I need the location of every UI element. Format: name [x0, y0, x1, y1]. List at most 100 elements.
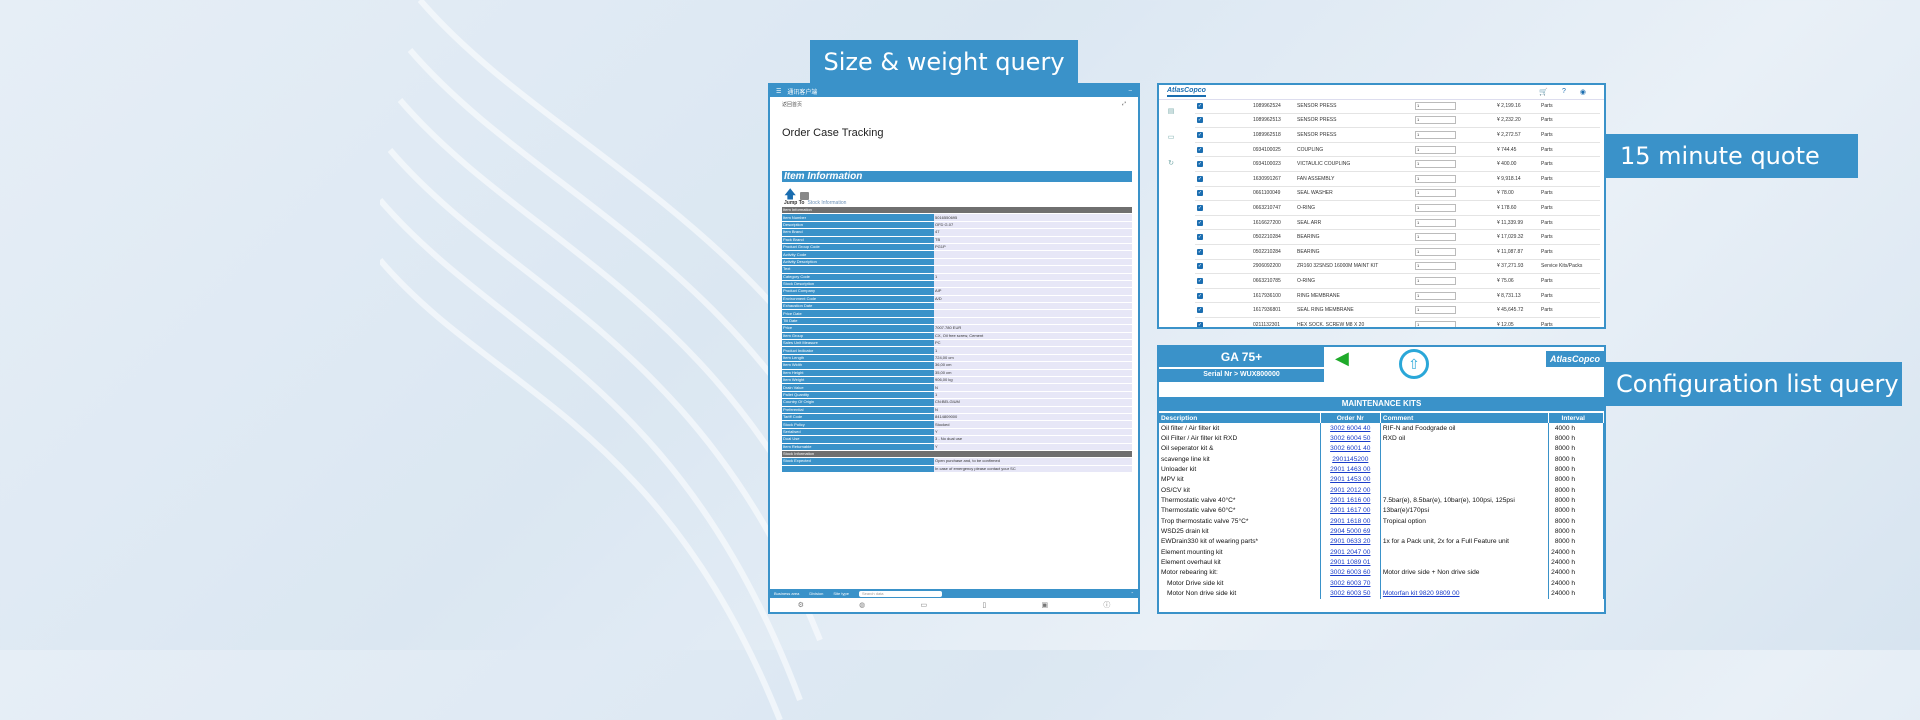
- list-icon[interactable]: ▤: [1168, 107, 1175, 115]
- field-label: Serialised: [782, 428, 934, 437]
- configuration-list-query-label: Configuration list query: [1606, 362, 1902, 406]
- field-label: Item Group: [782, 332, 934, 341]
- order-number-link[interactable]: 3002 6003 70: [1320, 578, 1381, 589]
- field-label: Item Height: [782, 369, 934, 378]
- table-row: Category Code 1: [782, 273, 1132, 281]
- collapse-up-icon[interactable]: ⌃: [1131, 591, 1134, 596]
- row-checkbox[interactable]: ✓: [1197, 102, 1203, 109]
- folder-icon[interactable]: ▭: [921, 601, 928, 609]
- user-icon[interactable]: ◉: [1580, 88, 1586, 96]
- quantity-input[interactable]: 1: [1415, 247, 1456, 256]
- row-checkbox[interactable]: ✓: [1197, 292, 1203, 299]
- order-number-link[interactable]: 2901 1616 00: [1320, 495, 1381, 506]
- quantity-input[interactable]: 1: [1415, 276, 1456, 285]
- table-row: scavenge line kit 2901145200 8000 h: [1159, 454, 1604, 465]
- info-icon[interactable]: ⓘ: [1103, 600, 1110, 610]
- field-label: Stock Expected: [782, 457, 934, 466]
- expand-icon[interactable]: ⤢: [1122, 101, 1126, 107]
- image-icon[interactable]: ▣: [1042, 601, 1049, 609]
- row-checkbox[interactable]: ✓: [1197, 190, 1203, 197]
- quantity-input[interactable]: 1: [1415, 130, 1456, 139]
- globe-icon[interactable]: ◍: [859, 601, 865, 609]
- quantity-input[interactable]: 1: [1415, 233, 1456, 242]
- row-checkbox[interactable]: ✓: [1197, 263, 1203, 270]
- quantity-input[interactable]: 1: [1415, 116, 1456, 125]
- table-row: MPV kit 2901 1453 00 8000 h: [1159, 474, 1604, 486]
- order-number-link[interactable]: 3002 6003 60: [1320, 567, 1381, 579]
- chat-icon[interactable]: ▭: [1168, 133, 1175, 141]
- order-number-link[interactable]: 3002 6004 40: [1320, 423, 1381, 434]
- table-row: ✓ 1089962513 SENSOR PRESS 1 ¥ 2,232.20 Parts: [1195, 113, 1600, 129]
- minimize-icon[interactable]: –: [1129, 88, 1132, 94]
- table-row: Trop thermostatic valve 75°C* 2901 1618 0…: [1159, 516, 1604, 527]
- quantity-input[interactable]: 1: [1415, 320, 1456, 327]
- history-icon[interactable]: ↻: [1168, 159, 1174, 167]
- table-row: Environment Code A/D: [782, 295, 1132, 304]
- row-checkbox[interactable]: ✓: [1197, 161, 1203, 168]
- order-number-link[interactable]: 2901 1089 01: [1320, 557, 1381, 568]
- quantity-input[interactable]: 1: [1415, 291, 1456, 300]
- up-arrow-icon[interactable]: 🡅: [784, 188, 796, 200]
- home-up-icon[interactable]: ⇧: [1399, 349, 1429, 379]
- table-row: Product Group Code PG1P: [782, 243, 1132, 252]
- quantity-input[interactable]: 1: [1415, 145, 1456, 154]
- quantity-input[interactable]: 1: [1415, 101, 1456, 110]
- quantity-input[interactable]: 1: [1415, 174, 1456, 183]
- order-number-link[interactable]: 2901 0633 20: [1320, 536, 1381, 548]
- order-number-link[interactable]: 3002 6003 50: [1320, 588, 1381, 599]
- row-checkbox[interactable]: ✓: [1197, 204, 1203, 211]
- stock-information-link[interactable]: Stock Information: [807, 200, 846, 206]
- row-checkbox[interactable]: ✓: [1197, 277, 1203, 284]
- back-arrow-icon[interactable]: ◀: [1335, 349, 1349, 367]
- order-number-link[interactable]: 2901145200: [1320, 454, 1381, 465]
- row-checkbox[interactable]: ✓: [1197, 219, 1203, 226]
- order-number-link[interactable]: 2904 5000 69: [1320, 526, 1381, 537]
- help-icon[interactable]: ?: [1562, 88, 1566, 96]
- order-number-link[interactable]: 2901 1618 00: [1320, 516, 1381, 527]
- quantity-input[interactable]: 1: [1415, 203, 1456, 212]
- row-checkbox[interactable]: ✓: [1197, 131, 1203, 138]
- order-number-link[interactable]: 2901 1463 00: [1320, 464, 1381, 475]
- part-description: SEAL WASHER: [1297, 186, 1415, 202]
- business-area-label: Business area: [774, 591, 800, 596]
- item-type: Parts: [1541, 302, 1600, 318]
- col-interval: Interval: [1548, 413, 1604, 423]
- row-checkbox[interactable]: ✓: [1197, 175, 1203, 182]
- quantity-input[interactable]: 1: [1415, 160, 1456, 169]
- back-home-link[interactable]: 返回首页: [782, 101, 802, 108]
- field-label: Item Information: [782, 207, 934, 215]
- settings-icon[interactable]: ⚙: [798, 601, 804, 609]
- row-checkbox[interactable]: ✓: [1197, 234, 1203, 241]
- part-description: COUPLING: [1297, 142, 1415, 158]
- order-number-link[interactable]: 3002 6004 50: [1320, 433, 1381, 444]
- cart-icon[interactable]: 🛒: [1539, 88, 1548, 96]
- order-number-link[interactable]: 2901 1617 00: [1320, 505, 1381, 517]
- order-number-link[interactable]: 2901 2047 00: [1320, 547, 1381, 558]
- table-row: Oil seperator kit & 3002 6001 40 8000 h: [1159, 443, 1604, 455]
- size-weight-query-label: Size & weight query: [810, 40, 1078, 84]
- footer-search-input[interactable]: Search data: [858, 590, 942, 597]
- quantity-input[interactable]: 1: [1415, 218, 1456, 227]
- quantity-input[interactable]: 1: [1415, 262, 1456, 271]
- order-number-link[interactable]: 2901 2012 00: [1320, 485, 1381, 496]
- kit-comment[interactable]: Motorfan kit 9820 9809 00: [1380, 588, 1550, 599]
- kit-comment: [1380, 557, 1550, 568]
- table-row: In case of emergency please contact your…: [782, 465, 1132, 474]
- field-value: CX, Oil free screw, Cement: [934, 332, 1132, 341]
- order-number-link[interactable]: 2901 1453 00: [1320, 474, 1381, 486]
- quantity-input[interactable]: 1: [1415, 189, 1456, 198]
- document-icon[interactable]: ▯: [982, 601, 986, 609]
- row-checkbox[interactable]: ✓: [1197, 307, 1203, 314]
- kit-description: OS/CV kit: [1159, 485, 1321, 496]
- row-checkbox[interactable]: ✓: [1197, 321, 1203, 327]
- row-checkbox[interactable]: ✓: [1197, 146, 1203, 153]
- menu-icon[interactable]: ☰: [776, 88, 781, 95]
- quantity-input[interactable]: 1: [1415, 306, 1456, 315]
- row-checkbox[interactable]: ✓: [1197, 117, 1203, 124]
- order-number-link[interactable]: 3002 6001 40: [1320, 443, 1381, 455]
- table-row: Pallet Quantity 1: [782, 391, 1132, 400]
- item-information-header: Item Information: [782, 171, 1132, 182]
- row-checkbox[interactable]: ✓: [1197, 248, 1203, 255]
- table-row: ✓ 0502210284 BEARING 1 ¥ 11,087.87 Parts: [1195, 244, 1600, 260]
- table-row: Thermostatic valve 60°C* 2901 1617 00 13ba…: [1159, 505, 1604, 517]
